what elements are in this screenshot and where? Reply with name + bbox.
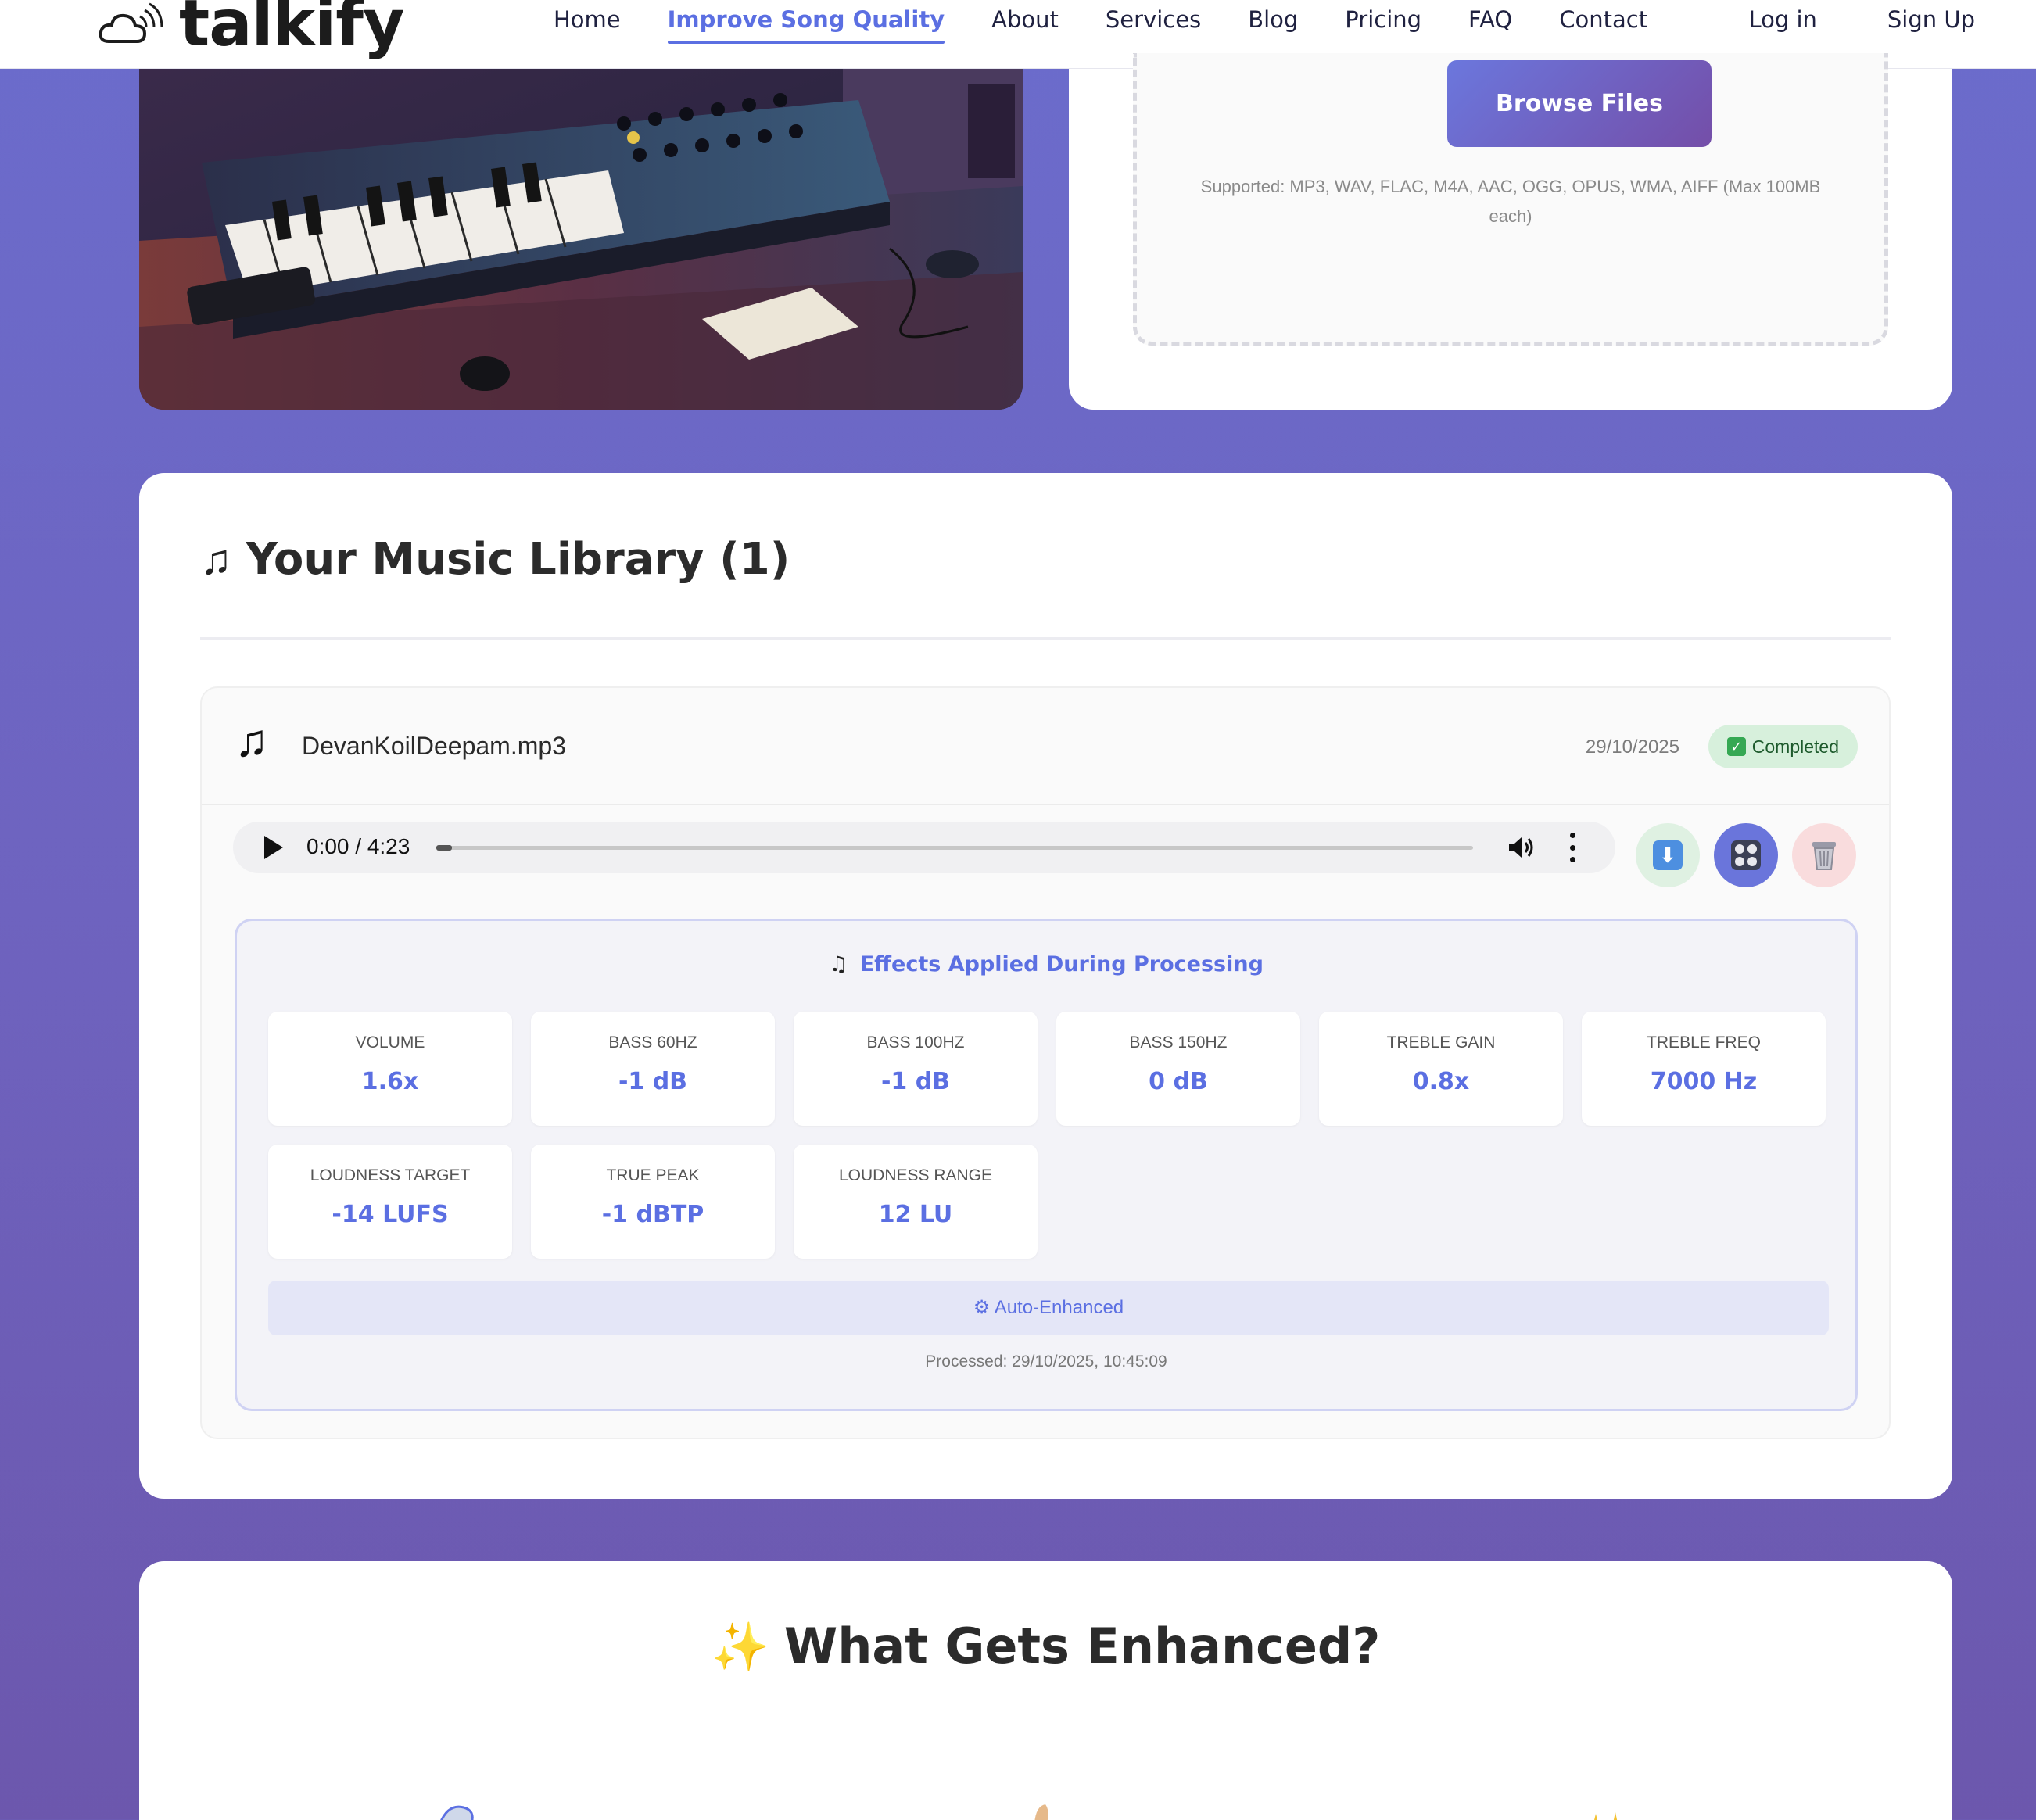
brand-logo[interactable]: talkify <box>98 0 404 63</box>
control-knobs-icon <box>1731 840 1761 870</box>
music-note-icon: ♫ <box>829 952 848 976</box>
effect-volume: Volume 1.6x <box>268 1012 512 1126</box>
robot-icon: ⚙ <box>973 1297 991 1318</box>
status-label: Completed <box>1751 736 1839 757</box>
studio-keyboard-image <box>139 69 1023 410</box>
effect-treble-freq: Treble Freq 7000 Hz <box>1582 1012 1826 1126</box>
brand-name: talkify <box>179 0 404 61</box>
more-options-icon[interactable] <box>1567 833 1578 862</box>
track-header: ♫ DevanKoilDeepam.mp3 29/10/2025 ✓ Compl… <box>202 688 1889 805</box>
effects-toggle-button[interactable] <box>1714 823 1778 887</box>
nav-home[interactable]: Home <box>554 6 621 33</box>
effect-bass-60hz: Bass 60Hz -1 dB <box>531 1012 775 1126</box>
auto-enhanced-label: Auto-Enhanced <box>994 1297 1124 1318</box>
main-nav: Home Improve Song Quality About Services… <box>554 0 1694 44</box>
track-filename: DevanKoilDeepam.mp3 <box>302 732 566 760</box>
download-arrow-icon: ⬇ <box>1653 840 1683 870</box>
effects-panel: ♫ Effects Applied During Processing Volu… <box>235 919 1858 1411</box>
effects-title: ♫ Effects Applied During Processing <box>829 952 1264 976</box>
effect-loudness-target: Loudness Target -14 LUFS <box>268 1145 512 1259</box>
music-note-icon: ♫ <box>235 715 269 766</box>
seek-progress <box>436 845 452 851</box>
login-link[interactable]: Log in <box>1748 6 1816 33</box>
library-title: Your Music Library (1) <box>246 534 790 585</box>
signup-link[interactable]: Sign Up <box>1887 6 1975 33</box>
effect-true-peak: True Peak -1 dBTP <box>531 1145 775 1259</box>
effect-loudness-range: Loudness Range 12 LU <box>794 1145 1038 1259</box>
nav-faq[interactable]: FAQ <box>1468 6 1512 33</box>
muscle-icon <box>1034 1804 1048 1820</box>
seek-bar[interactable] <box>436 845 1473 851</box>
supported-formats-text: Supported: MP3, WAV, FLAC, M4A, AAC, OGG… <box>1200 177 1821 226</box>
nav-improve-song-quality[interactable]: Improve Song Quality <box>667 6 945 44</box>
nav-contact[interactable]: Contact <box>1559 6 1647 33</box>
auto-enhanced-bar: ⚙ Auto-Enhanced <box>268 1281 1829 1335</box>
divider <box>200 637 1891 640</box>
trash-icon <box>1812 842 1836 870</box>
stars-icon <box>1594 1812 1618 1820</box>
auth-links: Log in Sign Up <box>1678 0 1975 39</box>
nav-about[interactable]: About <box>991 6 1059 33</box>
music-library-card: ♫ Your Music Library (1) ♫ DevanKoilDeep… <box>139 473 1952 1499</box>
file-dropzone[interactable]: Browse Files Supported: MP3, WAV, FLAC, … <box>1133 53 1888 346</box>
cloud-wave-icon <box>99 2 163 43</box>
play-icon[interactable] <box>264 836 283 859</box>
download-button[interactable]: ⬇ <box>1636 823 1700 887</box>
player-time: 0:00 / 4:23 <box>306 834 410 858</box>
track-item: ♫ DevanKoilDeepam.mp3 29/10/2025 ✓ Compl… <box>200 686 1891 1439</box>
nav-services[interactable]: Services <box>1106 6 1201 33</box>
nav-pricing[interactable]: Pricing <box>1345 6 1421 33</box>
nav-blog[interactable]: Blog <box>1248 6 1298 33</box>
effect-treble-gain: Treble Gain 0.8x <box>1319 1012 1563 1126</box>
track-date: 29/10/2025 <box>1585 736 1679 758</box>
audio-player: 0:00 / 4:23 <box>233 822 1615 873</box>
processed-timestamp: Processed: 29/10/2025, 10:45:09 <box>925 1352 1167 1370</box>
what-gets-enhanced-card: ✨ What Gets Enhanced? <box>139 1561 1952 1820</box>
enhance-title: What Gets Enhanced? <box>783 1618 1381 1675</box>
library-heading: ♫ Your Music Library (1) <box>200 534 790 585</box>
effect-bass-100hz: Bass 100Hz -1 dB <box>794 1012 1038 1126</box>
delete-button[interactable] <box>1792 823 1856 887</box>
sparkles-icon: ✨ <box>711 1621 770 1673</box>
check-icon: ✓ <box>1726 737 1746 756</box>
effect-bass-150hz: Bass 150Hz 0 dB <box>1056 1012 1300 1126</box>
upload-card: Browse Files Supported: MP3, WAV, FLAC, … <box>1069 53 1952 410</box>
status-badge: ✓ Completed <box>1708 725 1858 768</box>
enhance-heading: ✨ What Gets Enhanced? <box>139 1618 1952 1675</box>
browse-files-button[interactable]: Browse Files <box>1447 60 1712 147</box>
speaker-icon <box>440 1805 474 1820</box>
volume-icon[interactable] <box>1507 835 1536 860</box>
music-note-icon: ♫ <box>200 536 232 583</box>
